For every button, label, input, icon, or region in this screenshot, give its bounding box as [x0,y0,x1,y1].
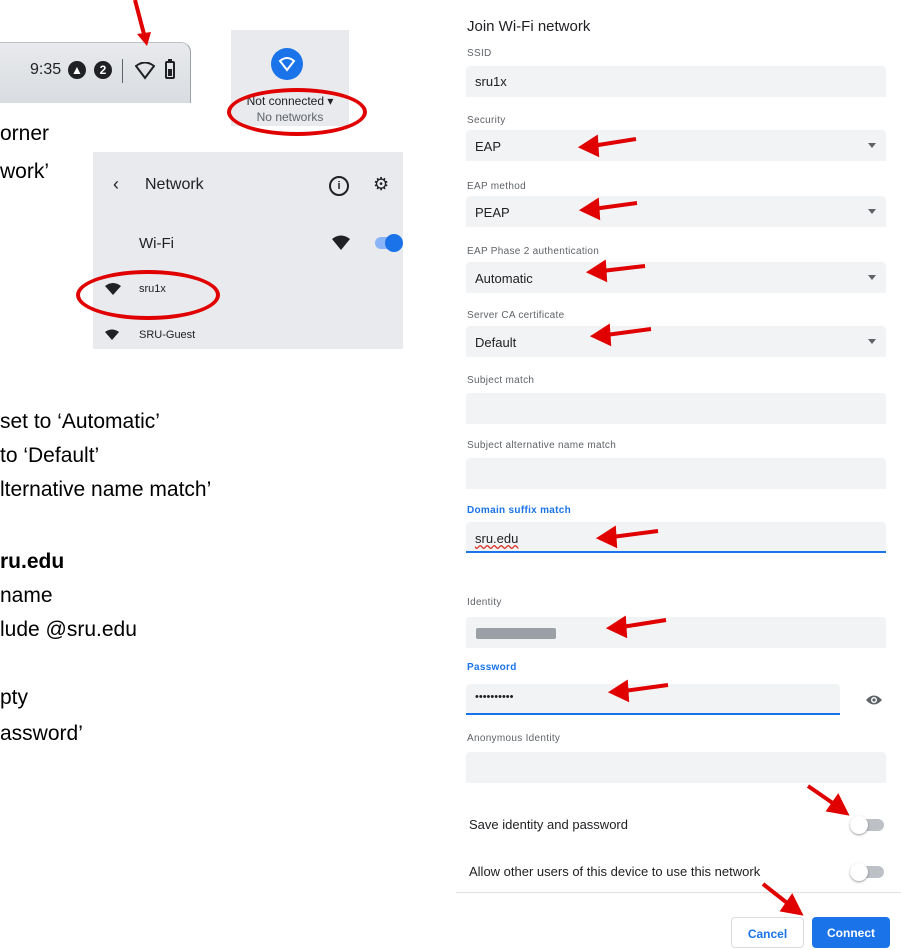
password-label: Password [467,662,517,673]
info-icon[interactable]: i [329,176,349,196]
eap-method-select[interactable]: PEAP [466,196,886,227]
redacted-identity [476,628,556,639]
ssid-value: sru1x [475,74,507,89]
instruction-line: orner [0,122,50,145]
subject-alt-input[interactable] [466,458,886,489]
save-identity-label: Save identity and password [469,817,628,832]
phase2-value: Automatic [475,271,533,286]
annotation-circle [76,270,220,320]
security-value: EAP [475,139,502,154]
dialog-divider [456,892,901,893]
back-chevron-icon[interactable]: ‹ [113,174,119,195]
wifi-icon [105,329,119,340]
security-select[interactable]: EAP [466,130,886,161]
subject-match-input[interactable] [466,393,886,424]
eap-method-label: EAP method [467,181,526,192]
allow-others-label: Allow other users of this device to use … [469,864,761,879]
ssid-label: SSID [467,48,492,59]
dropdown-caret-icon [868,275,876,280]
annotation-circle [227,88,367,136]
show-password-eye-icon[interactable] [865,694,883,706]
instruction-line: ru.edu [0,550,65,573]
phase2-label: EAP Phase 2 authentication [467,246,600,257]
dropdown-caret-icon [868,143,876,148]
subject-match-label: Subject match [467,375,535,386]
domain-suffix-input[interactable]: sru.edu [466,522,886,553]
anon-identity-input[interactable] [466,752,886,783]
phase2-select[interactable]: Automatic [466,262,886,293]
dropdown-caret-icon [868,339,876,344]
settings-gear-icon[interactable]: ⚙ [373,174,389,195]
instruction-line: to ‘Default’ [0,444,100,467]
dropdown-caret-icon [868,209,876,214]
anon-identity-label: Anonymous Identity [467,733,561,744]
network-name: SRU-Guest [139,329,196,341]
ca-cert-label: Server CA certificate [467,310,565,321]
instruction-line: set to ‘Automatic’ [0,410,160,433]
domain-suffix-value: sru.edu [475,531,519,546]
cancel-button[interactable]: Cancel [731,917,804,948]
network-panel-title: Network [145,176,204,193]
instruction-line: assword’ [0,722,83,745]
notification-count-badge: 2 [94,61,112,79]
password-input[interactable]: •••••••••• [466,684,840,715]
ca-cert-value: Default [475,335,517,350]
eap-method-value: PEAP [475,205,510,220]
tray-divider [122,59,123,83]
instruction-line: lternative name match’ [0,478,212,501]
wifi-toggle[interactable] [375,234,403,252]
upload-badge-icon: ▲ [68,61,86,79]
allow-others-toggle[interactable] [850,863,884,881]
system-tray[interactable]: 9:35 ▲ 2 [0,42,191,103]
annotation-arrow-down [133,0,151,46]
add-network-icon[interactable] [331,234,351,252]
wifi-status-icon[interactable] [135,62,155,80]
ssid-input[interactable]: sru1x [466,66,886,97]
battery-icon [165,59,175,79]
domain-suffix-label: Domain suffix match [467,505,572,516]
subject-alt-label: Subject alternative name match [467,440,617,451]
wifi-toggle-icon[interactable] [271,48,303,80]
instruction-line: lude @sru.edu [0,618,137,641]
identity-label: Identity [467,597,502,608]
ca-cert-select[interactable]: Default [466,326,886,357]
save-identity-toggle[interactable] [850,816,884,834]
identity-input[interactable] [466,617,886,648]
password-value: •••••••••• [475,691,514,703]
instruction-line: work’ [0,160,50,183]
connect-button[interactable]: Connect [812,917,890,948]
security-label: Security [467,115,506,126]
instruction-line: pty [0,686,29,709]
wifi-label: Wi-Fi [139,235,174,252]
tray-clock: 9:35 [30,61,62,78]
dialog-title: Join Wi-Fi network [467,18,591,35]
instruction-line: name [0,584,53,607]
